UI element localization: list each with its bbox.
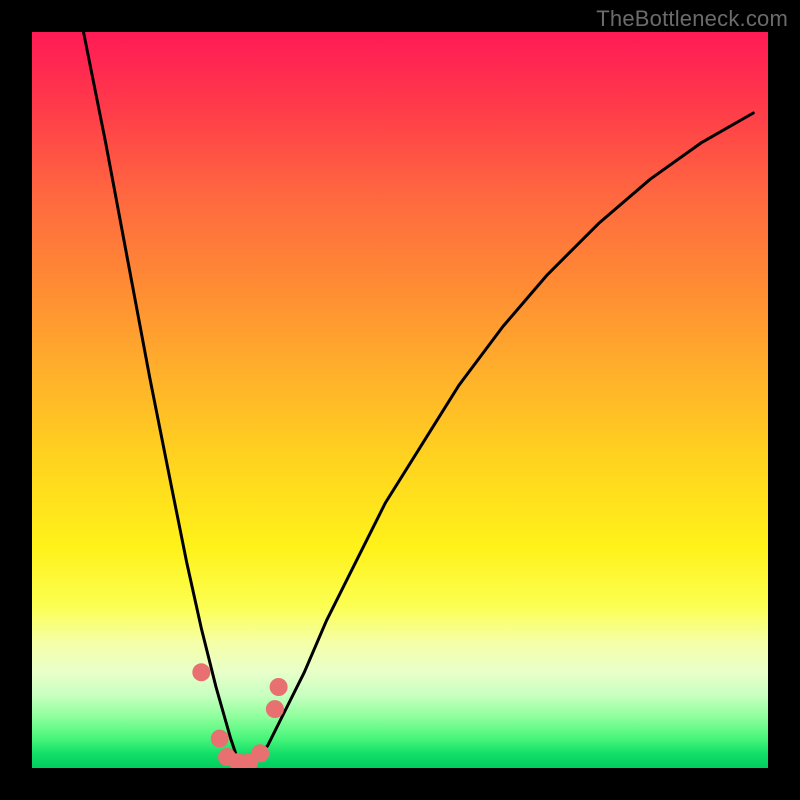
- marker-point: [251, 744, 269, 762]
- watermark-text: TheBottleneck.com: [596, 6, 788, 32]
- marker-point: [211, 730, 229, 748]
- plot-area: [32, 32, 768, 768]
- marker-group: [192, 663, 287, 768]
- plot-svg: [32, 32, 768, 768]
- bottleneck-curve: [84, 32, 754, 761]
- marker-point: [266, 700, 284, 718]
- chart-frame: TheBottleneck.com: [0, 0, 800, 800]
- marker-point: [192, 663, 210, 681]
- marker-point: [270, 678, 288, 696]
- curve-path: [84, 32, 754, 761]
